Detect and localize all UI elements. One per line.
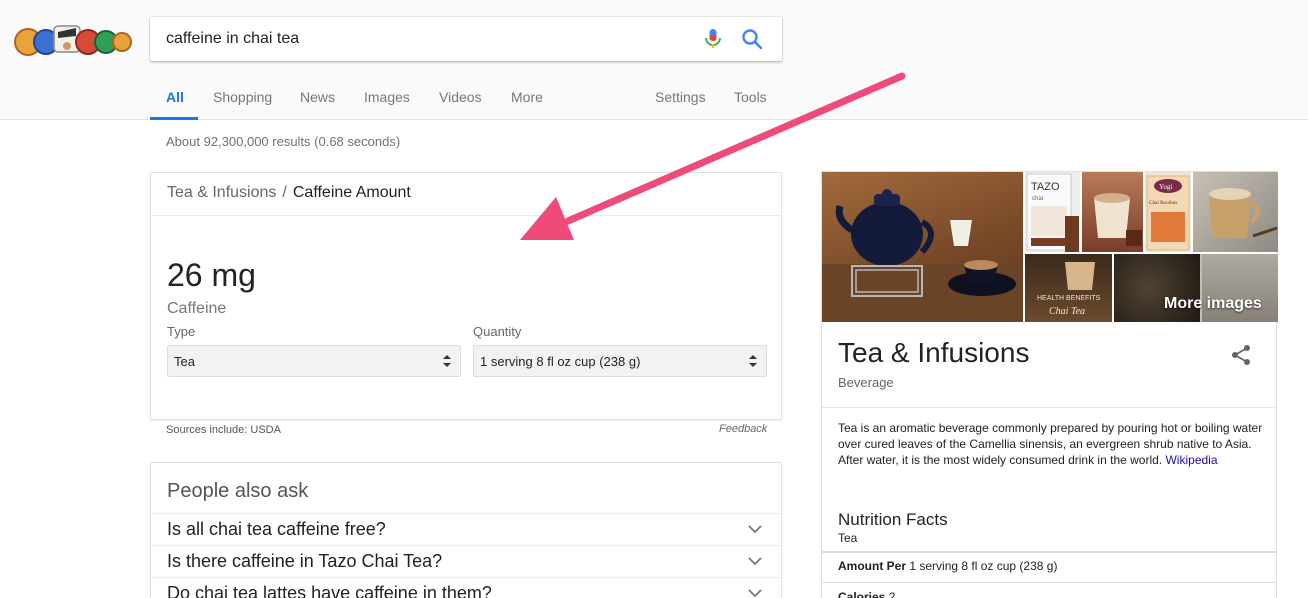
breadcrumb-current: Caffeine Amount (292, 184, 411, 201)
quantity-select-value: 1 serving 8 fl oz cup (238 g) (480, 354, 641, 369)
calories-row: Calories 2 (838, 590, 895, 598)
chevron-down-icon[interactable] (748, 588, 762, 598)
type-select-value: Tea (174, 354, 195, 369)
tab-shopping[interactable]: Shopping (213, 78, 272, 120)
header: All Shopping News Images Videos More Set… (0, 0, 1308, 120)
chevron-down-icon[interactable] (748, 556, 762, 566)
google-doodle-logo[interactable] (14, 20, 132, 62)
people-also-ask-title: People also ask (167, 480, 309, 502)
question-text: Is there caffeine in Tazo Chai Tea? (167, 551, 443, 571)
divider (822, 551, 1276, 553)
question-row[interactable]: Do chai tea lattes have caffeine in them… (151, 577, 781, 598)
breadcrumb: Tea & Infusions / Caffeine Amount (151, 173, 781, 216)
chevron-down-icon[interactable] (748, 524, 762, 534)
caffeine-answer-card: Tea & Infusions / Caffeine Amount 26 mg Ca… (150, 172, 782, 420)
health-benefits-image[interactable]: HEALTH BENEFITS Chai Tea (1025, 254, 1112, 322)
share-icon[interactable] (1230, 344, 1252, 366)
question-row[interactable]: Is all chai tea caffeine free? (151, 513, 781, 545)
nutrition-facts-subtitle: Tea (838, 531, 858, 545)
chai-tea-text: Chai Tea (1049, 306, 1085, 317)
health-benefits-text: HEALTH BENEFITS (1037, 295, 1101, 302)
amount-per-value: 1 serving 8 fl oz cup (238 g) (909, 559, 1058, 573)
results-count: About 92,300,000 results (0.68 seconds) (166, 134, 401, 149)
question-text: Is all chai tea caffeine free? (167, 519, 386, 539)
yogi-variety-text: Chai Rooibos (1149, 200, 1177, 206)
type-select[interactable]: Tea (167, 345, 461, 377)
microphone-icon[interactable] (703, 28, 723, 50)
tab-tools[interactable]: Tools (734, 78, 767, 120)
knowledge-panel-subtitle: Beverage (838, 375, 894, 390)
yogi-box-image[interactable]: Yogi Chai Rooibos (1145, 172, 1191, 252)
latte-image[interactable] (1082, 172, 1143, 252)
search-results-page: All Shopping News Images Videos More Set… (0, 0, 1308, 598)
sources-text: Sources include: USDA (166, 424, 281, 436)
caffeine-amount: 26 mg (167, 257, 256, 293)
question-row[interactable]: Is there caffeine in Tazo Chai Tea? (151, 545, 781, 577)
tazo-box-image[interactable]: TAZO chai (1025, 172, 1080, 252)
tab-images[interactable]: Images (364, 78, 410, 120)
amount-per-row: Amount Per 1 serving 8 fl oz cup (238 g) (838, 559, 1057, 573)
knowledge-panel: TAZO chai Yogi Chai Rooibos HEALTH BENEF… (821, 171, 1278, 598)
select-arrows-icon (749, 355, 757, 367)
divider (822, 407, 1276, 408)
tazo-brand-text: TAZO (1031, 181, 1060, 193)
more-images-link[interactable]: More images (1164, 295, 1262, 313)
breadcrumb-separator: / (282, 184, 287, 201)
calories-label: Calories (838, 590, 886, 598)
search-icon[interactable] (741, 28, 763, 50)
people-also-ask: People also ask Is all chai tea caffeine… (150, 462, 782, 598)
quantity-select[interactable]: 1 serving 8 fl oz cup (238 g) (473, 345, 767, 377)
yogi-brand-text: Yogi (1159, 183, 1172, 191)
tab-more[interactable]: More (511, 78, 543, 120)
search-box[interactable] (150, 17, 782, 61)
select-arrows-icon (443, 355, 451, 367)
tazo-variety-text: chai (1032, 196, 1043, 202)
question-text: Do chai tea lattes have caffeine in them… (167, 583, 492, 598)
knowledge-panel-title: Tea & Infusions (838, 337, 1030, 368)
clay-cup-image[interactable] (1193, 172, 1278, 252)
divider (822, 582, 1276, 583)
calories-value: 2 (888, 590, 896, 598)
breadcrumb-category[interactable]: Tea & Infusions (167, 184, 276, 201)
wikipedia-link[interactable]: Wikipedia (1165, 453, 1217, 467)
knowledge-panel-description: Tea is an aromatic beverage commonly pre… (838, 420, 1268, 468)
quantity-label: Quantity (473, 324, 522, 339)
caffeine-label: Caffeine (167, 300, 227, 317)
nutrition-facts-title: Nutrition Facts (838, 510, 948, 529)
tab-settings[interactable]: Settings (655, 78, 706, 120)
amount-per-label: Amount Per (838, 559, 907, 573)
tab-videos[interactable]: Videos (439, 78, 482, 120)
search-input[interactable] (166, 17, 686, 61)
feedback-link[interactable]: Feedback (719, 423, 767, 435)
type-label: Type (167, 324, 196, 339)
teapot-image[interactable] (822, 172, 1023, 322)
tab-news[interactable]: News (300, 78, 335, 120)
tab-all[interactable]: All (150, 78, 198, 120)
